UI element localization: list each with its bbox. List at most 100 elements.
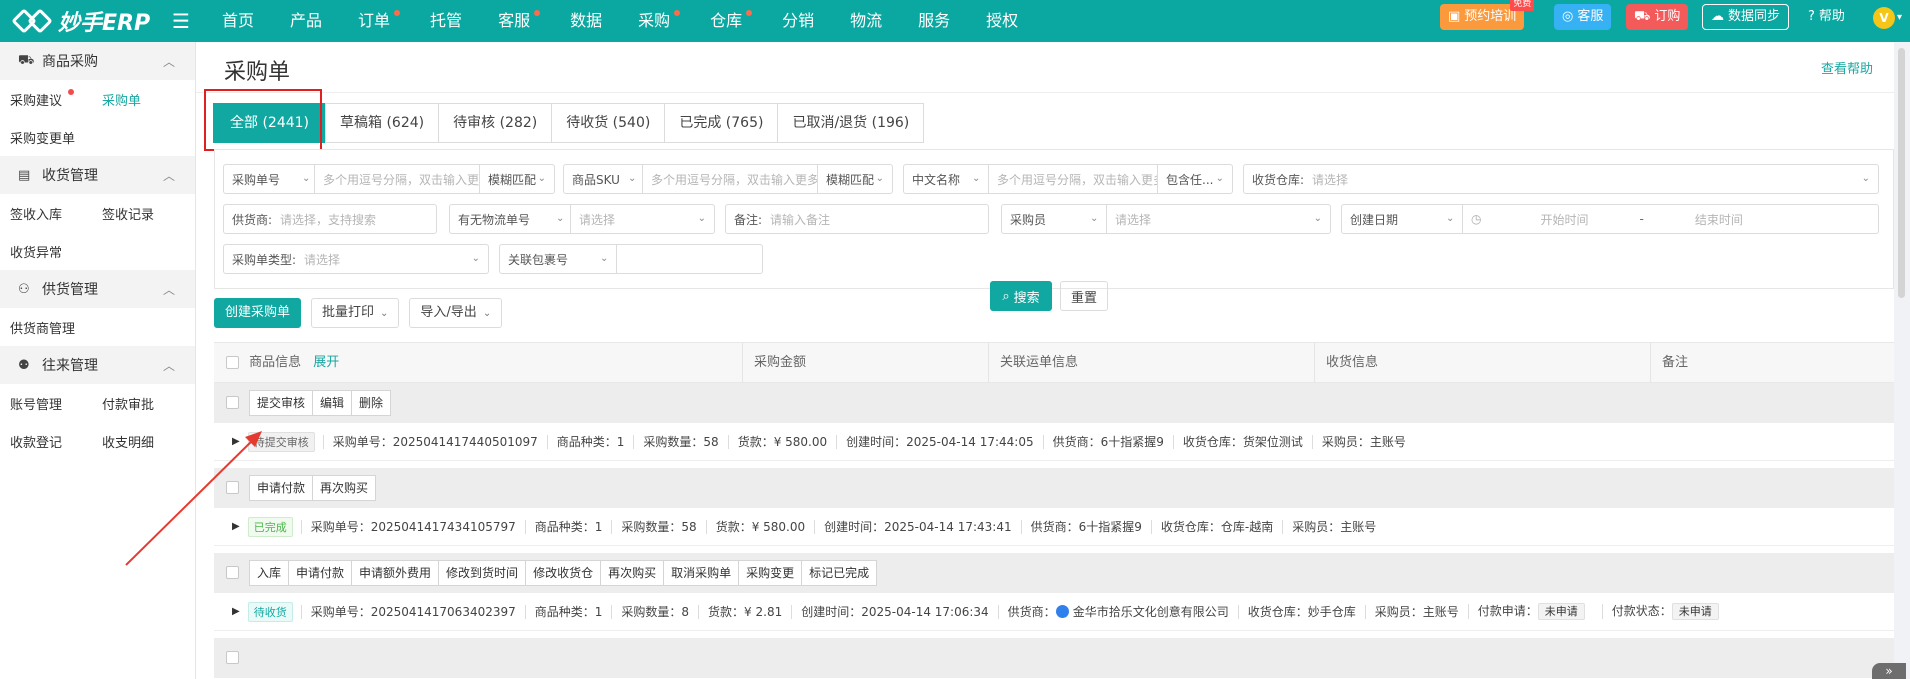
expand-triangle-icon[interactable]: ▶ <box>232 606 240 617</box>
op-button[interactable]: 修改到货时间 <box>438 560 527 586</box>
sidebar-item[interactable]: 采购变更单 <box>10 128 102 147</box>
nav-item[interactable]: 仓库 <box>698 0 758 42</box>
order-summary-row: ▶ 待提交审核 采购单号：2025041417440501097 商品种类：1 采购数量… <box>214 423 1894 461</box>
date-type-select[interactable]: 创建日期 <box>1342 211 1462 228</box>
package-select[interactable]: 关联包裹号 <box>500 251 616 268</box>
tab-2[interactable]: 待审核 (282) <box>438 103 553 143</box>
chevron-up-icon[interactable]: ︿ <box>163 167 175 184</box>
op-button[interactable]: 再次购买 <box>312 475 377 501</box>
supplier-filter[interactable]: 供货商: 请选择，支持搜索 <box>223 204 437 234</box>
op-button[interactable]: 编辑 <box>312 390 353 416</box>
nav-item[interactable]: 托管 <box>418 0 474 42</box>
search-button[interactable]: ⌕ 搜索 <box>990 281 1052 311</box>
nav-item[interactable]: 服务 <box>906 0 962 42</box>
sidebar-item[interactable]: 采购建议 <box>10 88 102 109</box>
sidebar-item[interactable]: 收货异常 <box>10 242 102 261</box>
supplier-icon: ⚇ <box>18 281 30 297</box>
tracking-value-select[interactable]: 请选择 <box>571 211 623 228</box>
tab-1[interactable]: 草稿箱 (624) <box>325 103 440 143</box>
import-export-button[interactable]: 导入/导出 ⌄ <box>409 298 503 328</box>
scrollbar-thumb[interactable] <box>1898 48 1905 298</box>
nav-item[interactable]: 采购 <box>626 0 686 42</box>
buyer-value-select[interactable]: 请选择 <box>1107 211 1159 228</box>
remark-filter[interactable]: 备注: 请输入备注 <box>725 204 989 234</box>
po-number-select[interactable]: 采购单号 <box>224 171 314 188</box>
warehouse-filter[interactable]: 收货仓库: 请选择 ⌄ <box>1243 164 1879 194</box>
sidebar-group[interactable]: ▤ 收货管理 ︿ <box>0 156 195 194</box>
op-button[interactable]: 取消采购单 <box>663 560 740 586</box>
end-time-input[interactable]: 结束时间 <box>1644 211 1794 228</box>
order-checkbox[interactable] <box>226 651 239 664</box>
tab-4[interactable]: 已完成 (765) <box>664 103 779 143</box>
op-button[interactable]: 修改收货仓 <box>525 560 602 586</box>
po-type-filter[interactable]: 采购单类型: 请选择 ⌄ <box>223 244 489 274</box>
subscribe-button[interactable]: ⛟ 订购 <box>1626 4 1689 30</box>
chevron-up-icon[interactable]: ︿ <box>163 357 175 374</box>
data-sync-button[interactable]: ☁ 数据同步 <box>1702 4 1790 30</box>
expand-triangle-icon[interactable]: ▶ <box>232 436 240 447</box>
nav-item[interactable]: 客服 <box>486 0 546 42</box>
sku-match-select[interactable]: 模糊匹配 <box>818 171 882 188</box>
sidebar-item[interactable]: 签收记录 <box>102 204 194 223</box>
help-button[interactable]: ? 帮助 <box>1800 4 1853 30</box>
nav-item[interactable]: 订单 <box>346 0 406 42</box>
view-help-link[interactable]: 查看帮助 <box>1821 58 1873 77</box>
chevron-up-icon[interactable]: ︿ <box>163 281 175 298</box>
sku-input[interactable]: 多个用逗号分隔，双击输入更多 <box>643 171 817 188</box>
op-button[interactable]: 申请付款 <box>288 560 353 586</box>
reset-button[interactable]: 重置 <box>1060 281 1108 311</box>
cn-name-match-select[interactable]: 包含任... <box>1158 171 1221 188</box>
op-button[interactable]: 标记已完成 <box>801 560 878 586</box>
order-field: 采购员：主账号 <box>1311 434 1415 449</box>
sidebar-item[interactable]: 收支明细 <box>102 432 194 451</box>
select-all-checkbox[interactable] <box>226 356 239 369</box>
order-checkbox[interactable] <box>226 566 239 579</box>
vertical-scrollbar[interactable] <box>1894 42 1910 679</box>
sidebar-group[interactable]: ⚉ 往来管理 ︿ <box>0 346 195 384</box>
collapse-button[interactable]: » <box>1872 663 1906 679</box>
batch-print-button[interactable]: 批量打印 ⌄ <box>311 298 400 328</box>
op-button[interactable]: 采购变更 <box>738 560 803 586</box>
op-button[interactable]: 再次购买 <box>600 560 665 586</box>
start-time-input[interactable]: 开始时间 <box>1489 211 1639 228</box>
sidebar-item[interactable]: 签收入库 <box>10 204 102 223</box>
book-training-button[interactable]: ▣ 预约培训 免费 <box>1440 0 1535 30</box>
create-po-button[interactable]: 创建采购单 <box>214 298 302 328</box>
expand-triangle-icon[interactable]: ▶ <box>232 521 240 532</box>
op-button[interactable]: 提交审核 <box>249 390 314 416</box>
menu-toggle-icon[interactable]: ☰ <box>172 9 190 33</box>
order-checkbox[interactable] <box>226 396 239 409</box>
app-logo[interactable]: 妙手ERP <box>11 4 150 38</box>
sidebar-group[interactable]: ⛟ 商品采购 ︿ <box>0 42 195 80</box>
sidebar-group[interactable]: ⚇ 供货管理 ︿ <box>0 270 195 308</box>
nav-item[interactable]: 分销 <box>770 0 826 42</box>
tab-3[interactable]: 待收货 (540) <box>551 103 666 143</box>
op-button[interactable]: 申请额外费用 <box>351 560 440 586</box>
sidebar-item[interactable]: 采购单 <box>102 90 194 109</box>
nav-item[interactable]: 产品 <box>278 0 334 42</box>
chevron-down-icon[interactable]: ▾ <box>1897 12 1902 23</box>
order-checkbox[interactable] <box>226 481 239 494</box>
chevron-up-icon[interactable]: ︿ <box>163 53 175 70</box>
nav-item[interactable]: 首页 <box>210 0 266 42</box>
sidebar-item[interactable]: 供货商管理 <box>10 318 102 337</box>
op-button[interactable]: 入库 <box>249 560 290 586</box>
user-avatar[interactable]: V <box>1873 7 1895 29</box>
nav-item[interactable]: 数据 <box>558 0 614 42</box>
pay-apply-status: 未申请 <box>1537 603 1585 620</box>
tracking-select[interactable]: 有无物流单号 <box>450 211 570 228</box>
nav-item[interactable]: 物流 <box>838 0 894 42</box>
po-match-select[interactable]: 模糊匹配 <box>480 171 544 188</box>
customer-service-button[interactable]: ◎ 客服 <box>1554 4 1612 30</box>
sidebar-item[interactable]: 收款登记 <box>10 432 102 451</box>
op-button[interactable]: 删除 <box>351 390 392 416</box>
sidebar-item[interactable]: 付款审批 <box>102 394 194 413</box>
po-number-input[interactable]: 多个用逗号分隔，双击输入更多 <box>315 171 479 188</box>
nav-item[interactable]: 授权 <box>974 0 1030 42</box>
calendar-icon: ▣ <box>1448 9 1461 24</box>
expand-link[interactable]: 展开 <box>313 355 339 370</box>
tab-5[interactable]: 已取消/退货 (196) <box>777 103 925 143</box>
cn-name-input[interactable]: 多个用逗号分隔，双击输入更多 <box>989 171 1157 188</box>
sidebar-item[interactable]: 账号管理 <box>10 394 102 413</box>
op-button[interactable]: 申请付款 <box>249 475 314 501</box>
